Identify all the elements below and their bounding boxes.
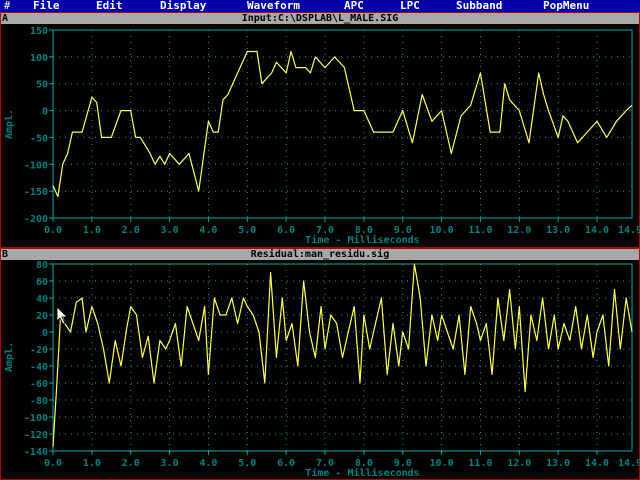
y-axis-label: Ampl. <box>4 109 15 139</box>
x-tick-label: 0.0 <box>44 458 62 469</box>
waveform-line[interactable] <box>52 263 633 447</box>
x-tick-label: 0.0 <box>44 225 62 236</box>
x-tick-label: 2.0 <box>122 458 140 469</box>
x-tick-label: 5.0 <box>238 458 256 469</box>
y-tick-label: 0 <box>42 328 48 339</box>
waveform-line[interactable] <box>52 50 633 198</box>
y-tick-label: -20 <box>30 345 48 356</box>
y-tick-label: -150 <box>24 187 48 198</box>
x-tick-label: 3.0 <box>161 458 179 469</box>
y-tick-label: 100 <box>30 53 48 64</box>
x-axis-label: Time - Milliseconds <box>305 467 419 479</box>
x-tick-label-end: 14.9 <box>618 225 640 236</box>
y-tick-label: -40 <box>30 362 48 373</box>
x-tick-label: 12.0 <box>507 225 531 236</box>
x-tick-label: 6.0 <box>277 225 295 236</box>
x-tick-label: 4.0 <box>199 458 217 469</box>
x-tick-label: 12.0 <box>507 458 531 469</box>
x-tick-label: 1.0 <box>83 458 101 469</box>
plots-canvas[interactable]: 150100500-50-100-150-2000.0 1.0 2.0 3.0 4.0 5… <box>0 0 640 480</box>
x-tick-label: 6.0 <box>277 458 295 469</box>
x-tick-label: 3.0 <box>161 225 179 236</box>
x-axis-label: Time - Milliseconds <box>305 234 419 246</box>
y-tick-label: -50 <box>30 133 48 144</box>
y-tick-label: 60 <box>36 277 48 288</box>
x-tick-label: 11.0 <box>468 458 492 469</box>
x-tick-label: 13.0 <box>546 225 570 236</box>
x-tick-label: 5.0 <box>238 225 256 236</box>
x-tick-label: 2.0 <box>122 225 140 236</box>
y-tick-label: 20 <box>36 311 48 322</box>
y-tick-label: -100 <box>24 160 48 171</box>
y-tick-label: -120 <box>24 430 48 441</box>
residual-waveform-plot[interactable]: 80 60 40 20 0 -20 -40 -60 -80 -100 -120 -1400.0 1.0 2… <box>4 260 640 479</box>
mouse-cursor-icon <box>56 306 68 325</box>
y-tick-label: -200 <box>24 214 48 225</box>
y-tick-label: -60 <box>30 379 48 390</box>
x-tick-label: 1.0 <box>83 225 101 236</box>
y-tick-label: -80 <box>30 396 48 407</box>
x-tick-label-end: 14.9 <box>618 458 640 469</box>
x-tick-label: 4.0 <box>199 225 217 236</box>
y-tick-label: 150 <box>30 26 48 37</box>
y-tick-label: -140 <box>24 447 48 458</box>
x-tick-label: 11.0 <box>468 225 492 236</box>
y-tick-label: -100 <box>24 413 48 424</box>
plot-frame <box>52 29 633 219</box>
y-tick-label: 50 <box>36 80 48 91</box>
y-tick-label: 80 <box>36 260 48 271</box>
x-tick-label: 10.0 <box>430 458 454 469</box>
x-tick-label: 14.0 <box>585 225 609 236</box>
y-tick-label: 40 <box>36 294 48 305</box>
x-tick-label: 10.0 <box>430 225 454 236</box>
x-tick-label: 14.0 <box>585 458 609 469</box>
y-axis-label: Ampl. <box>4 342 15 372</box>
y-tick-label: 0 <box>42 107 48 118</box>
x-tick-label: 13.0 <box>546 458 570 469</box>
input-waveform-plot[interactable]: 150 100 50 0 -50 -100 -150 -2000.0 1.0 2.0 3.0 4.0 5… <box>4 26 640 246</box>
